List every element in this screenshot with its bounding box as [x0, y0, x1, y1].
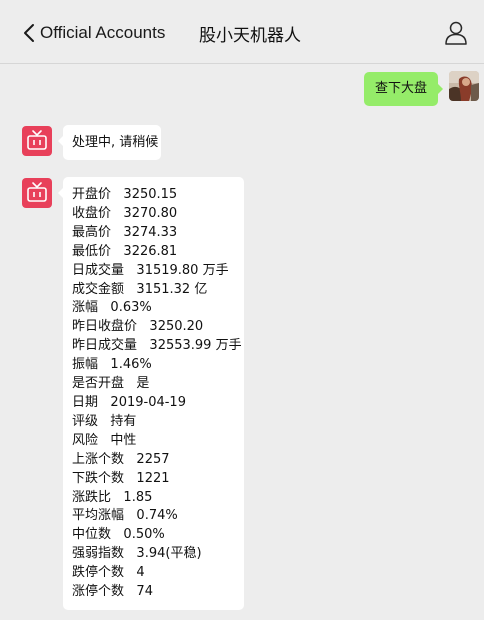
stat-line: 平均涨幅 0.74%	[72, 507, 244, 526]
stat-value: 0.74%	[136, 508, 178, 524]
stat-line: 成交金额 3151.32 亿	[72, 281, 244, 300]
user-message-text: 查下大盘	[374, 81, 427, 96]
stat-label: 最高价	[72, 224, 112, 240]
stat-line: 开盘价 3250.15	[72, 186, 244, 205]
stat-label: 中位数	[72, 527, 112, 543]
stat-line: 收盘价 3270.80	[72, 205, 244, 224]
stat-value: 32553.99 万手	[149, 338, 242, 354]
stat-value: 31519.80 万手	[136, 262, 229, 278]
market-stats-bubble[interactable]: 开盘价 3250.15 收盘价 3270.80 最高价 3274.33 最低价 322…	[58, 177, 244, 610]
tv-robot-icon	[27, 130, 47, 150]
person-icon[interactable]	[444, 20, 468, 46]
stat-value: 是	[136, 376, 150, 392]
stat-label: 开盘价	[72, 187, 112, 202]
stat-value: 0.63%	[110, 300, 152, 316]
stat-value: 3151.32 亿	[136, 281, 208, 297]
stat-line: 日成交量 31519.80 万手	[72, 262, 244, 281]
bot-avatar-2[interactable]	[22, 178, 52, 208]
stat-line: 上涨个数 2257	[72, 451, 244, 470]
user-avatar[interactable]	[449, 71, 479, 101]
stat-label: 昨日成交量	[72, 338, 138, 354]
stat-line: 涨跌比 1.85	[72, 489, 244, 508]
stat-label: 成交金额	[72, 281, 125, 297]
page-title: 股小天机器人	[0, 21, 484, 46]
user-message-bubble[interactable]: 查下大盘	[364, 72, 443, 106]
stat-label: 昨日收盘价	[72, 319, 138, 335]
stat-value: 3250.20	[149, 319, 204, 335]
stat-value: 4	[136, 565, 145, 581]
stat-label: 上涨个数	[72, 451, 125, 467]
stat-label: 跌停个数	[72, 565, 125, 581]
stat-value: 1.85	[123, 489, 153, 505]
stat-value: 2257	[136, 451, 170, 467]
stat-label: 振幅	[72, 357, 99, 373]
bot-message-text: 处理中, 请稍候	[72, 135, 159, 150]
stat-line: 振幅 1.46%	[72, 356, 244, 375]
stat-value: 74	[136, 584, 153, 600]
stat-label: 最低价	[72, 243, 112, 259]
stat-label: 涨跌比	[72, 489, 112, 505]
stat-value: 3250.15	[123, 187, 178, 202]
stat-line: 最低价 3226.81	[72, 243, 244, 262]
stat-line: 下跌个数 1221	[72, 470, 244, 489]
stat-value: 0.50%	[123, 527, 165, 543]
stat-label: 平均涨幅	[72, 508, 125, 524]
bot-avatar[interactable]	[22, 126, 52, 156]
stat-value: 1.46%	[110, 357, 152, 373]
stat-line: 跌停个数 4	[72, 564, 244, 583]
stat-value: 3.94(平稳)	[136, 546, 202, 562]
stat-label: 强弱指数	[72, 546, 125, 562]
stat-line: 最高价 3274.33	[72, 224, 244, 243]
stat-value: 3270.80	[123, 205, 178, 221]
stat-value: 持有	[110, 413, 137, 429]
stat-line: 是否开盘 是	[72, 375, 244, 394]
page-title-text: 股小天机器人	[199, 26, 301, 46]
stat-label: 涨幅	[72, 300, 99, 316]
top-bar: Official Accounts 股小天机器人	[0, 0, 484, 64]
stat-line: 涨幅 0.63%	[72, 299, 244, 318]
stat-value: 中性	[110, 432, 137, 448]
bot-message-bubble[interactable]: 处理中, 请稍候	[58, 125, 161, 160]
stat-line: 日期 2019-04-19	[72, 394, 244, 413]
stat-line: 中位数 0.50%	[72, 526, 244, 545]
stat-value: 3274.33	[123, 224, 178, 240]
stat-value: 1221	[136, 470, 170, 486]
stat-label: 是否开盘	[72, 376, 125, 392]
stat-label: 日期	[72, 394, 99, 410]
stat-line: 评级 持有	[72, 413, 244, 432]
stat-value: 3226.81	[123, 243, 178, 259]
stat-line: 风险 中性	[72, 432, 244, 451]
stat-label: 下跌个数	[72, 470, 125, 486]
user-avatar-image	[449, 71, 479, 101]
tv-robot-icon-2	[27, 182, 47, 202]
stat-label: 收盘价	[72, 205, 112, 221]
stat-line: 涨停个数 74	[72, 583, 244, 602]
stat-line: 昨日收盘价 3250.20	[72, 318, 244, 337]
stat-value: 2019-04-19	[110, 394, 186, 410]
stat-line: 昨日成交量 32553.99 万手	[72, 337, 244, 356]
stat-label: 日成交量	[72, 262, 125, 278]
stat-label: 涨停个数	[72, 584, 125, 600]
stat-line: 强弱指数 3.94(平稳)	[72, 545, 244, 564]
stat-label: 风险	[72, 432, 99, 448]
stat-label: 评级	[72, 413, 99, 429]
